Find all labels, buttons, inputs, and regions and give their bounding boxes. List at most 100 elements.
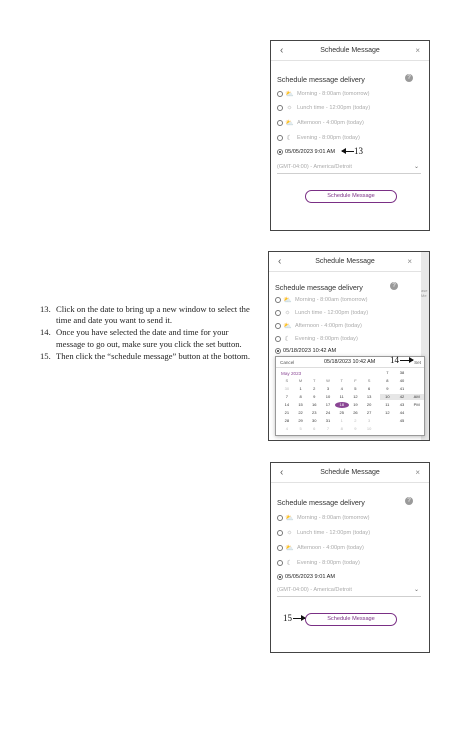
minute-option[interactable]: 41: [395, 386, 410, 392]
option-morning[interactable]: ⛅ Morning - 8:00am (tomorrow): [275, 296, 367, 304]
calendar-day[interactable]: 8: [294, 394, 308, 400]
calendar-day[interactable]: 2: [307, 386, 321, 392]
option-evening[interactable]: ☾ Evening - 8:00pm (today): [277, 559, 360, 567]
radio-icon[interactable]: [277, 149, 283, 155]
calendar-day[interactable]: 2: [349, 418, 363, 424]
radio-icon[interactable]: [277, 529, 283, 536]
calendar-day[interactable]: 3: [321, 386, 335, 392]
radio-icon[interactable]: [277, 120, 283, 126]
radio-icon[interactable]: [275, 323, 281, 329]
help-icon[interactable]: ?: [390, 282, 398, 290]
calendar-day[interactable]: 7: [321, 426, 335, 432]
calendar-day[interactable]: 25: [335, 410, 349, 416]
calendar-day[interactable]: 7: [280, 394, 294, 400]
minute-option[interactable]: 44: [395, 410, 410, 416]
calendar-day[interactable]: 22: [294, 410, 308, 416]
calendar-day[interactable]: 9: [307, 394, 321, 400]
option-custom-date[interactable]: 05/05/2023 9:01 AM: [277, 574, 335, 580]
ampm-option[interactable]: AM: [409, 394, 424, 400]
calendar-day[interactable]: 12: [349, 394, 363, 400]
calendar-day[interactable]: 28: [280, 418, 294, 424]
calendar-day[interactable]: 29: [294, 418, 308, 424]
option-evening[interactable]: ☾ Evening - 8:00pm (today): [275, 335, 358, 343]
calendar-day[interactable]: 24: [321, 410, 335, 416]
radio-icon[interactable]: [277, 545, 283, 551]
hour-option[interactable]: [380, 418, 395, 424]
radio-icon[interactable]: [277, 574, 283, 580]
calendar-day[interactable]: 16: [307, 402, 321, 408]
option-lunch[interactable]: ☼ Lunch time - 12:00pm (today): [275, 309, 368, 316]
ampm-option[interactable]: PM: [409, 402, 424, 408]
calendar-day[interactable]: 5: [294, 426, 308, 432]
calendar-day[interactable]: 9: [349, 426, 363, 432]
ampm-option[interactable]: [409, 378, 424, 384]
hour-option[interactable]: 11: [380, 402, 395, 408]
calendar-day[interactable]: 20: [362, 402, 376, 408]
calendar-day[interactable]: 23: [307, 410, 321, 416]
hour-option[interactable]: 8: [380, 378, 395, 384]
ampm-option[interactable]: [409, 386, 424, 392]
hour-option[interactable]: 7: [380, 370, 395, 376]
radio-icon[interactable]: [277, 104, 283, 111]
hour-option[interactable]: 10: [380, 394, 395, 400]
calendar-day[interactable]: 6: [307, 426, 321, 432]
ampm-option[interactable]: [409, 410, 424, 416]
radio-icon[interactable]: [277, 515, 283, 521]
hour-option[interactable]: 9: [380, 386, 395, 392]
minute-option[interactable]: 45: [395, 418, 410, 424]
close-icon[interactable]: ×: [407, 257, 412, 266]
calendar-day[interactable]: 27: [362, 410, 376, 416]
calendar-day[interactable]: 30: [280, 386, 294, 392]
calendar-day[interactable]: 31: [321, 418, 335, 424]
calendar-day[interactable]: 5: [349, 386, 363, 392]
option-evening[interactable]: ☾ Evening - 8:00pm (today): [277, 134, 360, 142]
calendar-day[interactable]: 3: [362, 418, 376, 424]
calendar-day[interactable]: 17: [321, 402, 335, 408]
option-custom-date[interactable]: 05/18/2023 10:42 AM: [275, 348, 336, 354]
calendar-day[interactable]: 10: [321, 394, 335, 400]
help-icon[interactable]: ?: [405, 74, 413, 82]
ampm-option[interactable]: [409, 370, 424, 376]
minute-option[interactable]: 43: [395, 402, 410, 408]
calendar-day[interactable]: 4: [335, 386, 349, 392]
option-afternoon[interactable]: ⛅ Afternoon - 4:00pm (today): [277, 119, 364, 127]
close-icon[interactable]: ×: [415, 46, 420, 55]
calendar-day[interactable]: 18: [334, 402, 349, 408]
schedule-message-button[interactable]: Schedule Message: [305, 190, 397, 203]
calendar-day[interactable]: 14: [280, 402, 294, 408]
calendar-day[interactable]: 26: [349, 410, 363, 416]
selected-datetime[interactable]: 05/05/2023 9:01 AM: [285, 574, 335, 580]
calendar-day[interactable]: 1: [294, 386, 308, 392]
hour-option[interactable]: 12: [380, 410, 395, 416]
minute-option[interactable]: 38: [395, 370, 410, 376]
selected-datetime[interactable]: 05/05/2023 9:01 AM: [285, 149, 335, 155]
calendar-day[interactable]: 6: [362, 386, 376, 392]
cancel-button[interactable]: Cancel: [280, 360, 294, 365]
timezone-select[interactable]: (GMT-04:00) - America/Detroit ⌄: [277, 587, 421, 597]
timezone-select[interactable]: (GMT-04:00) - America/Detroit ⌄: [277, 164, 421, 174]
calendar-day[interactable]: 13: [362, 394, 376, 400]
option-afternoon[interactable]: ⛅ Afternoon - 4:00pm (today): [275, 322, 362, 330]
calendar-day[interactable]: 1: [335, 418, 349, 424]
calendar-day[interactable]: 30: [307, 418, 321, 424]
ampm-option[interactable]: [409, 418, 424, 424]
radio-icon[interactable]: [275, 336, 281, 342]
minute-option[interactable]: 40: [395, 378, 410, 384]
radio-icon[interactable]: [277, 135, 283, 141]
calendar-day[interactable]: 8: [335, 426, 349, 432]
set-button[interactable]: Set: [414, 360, 421, 365]
month-label[interactable]: May 2023: [281, 371, 301, 376]
close-icon[interactable]: ×: [415, 468, 420, 477]
option-afternoon[interactable]: ⛅ Afternoon - 4:00pm (today): [277, 544, 364, 552]
option-lunch[interactable]: ☼ Lunch time - 12:00pm (today): [277, 104, 370, 111]
option-morning[interactable]: ⛅ Morning - 8:00am (tomorrow): [277, 90, 369, 98]
radio-icon[interactable]: [275, 297, 281, 303]
calendar-day[interactable]: 4: [280, 426, 294, 432]
radio-icon[interactable]: [277, 560, 283, 566]
calendar-day[interactable]: 19: [349, 402, 363, 408]
calendar-day[interactable]: 10: [362, 426, 376, 432]
help-icon[interactable]: ?: [405, 497, 413, 505]
calendar-day[interactable]: 11: [335, 394, 349, 400]
calendar-day[interactable]: 15: [294, 402, 308, 408]
calendar-day[interactable]: 21: [280, 410, 294, 416]
